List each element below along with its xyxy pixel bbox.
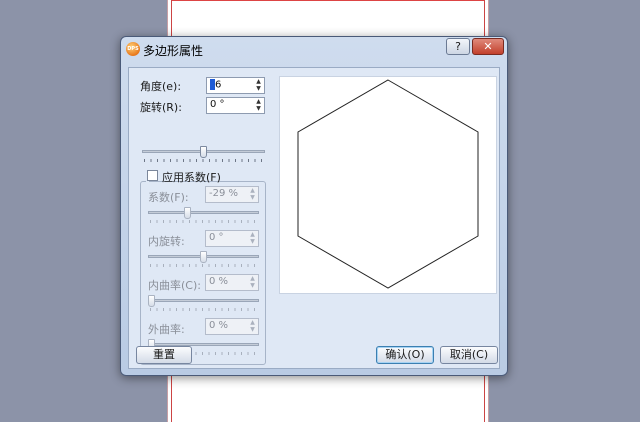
text-caret bbox=[210, 79, 215, 90]
rotation-label: 旋转(R): bbox=[140, 101, 182, 114]
inner-rotation-slider[interactable] bbox=[148, 251, 259, 269]
hexagon-shape bbox=[297, 79, 479, 289]
slider-track bbox=[148, 211, 259, 214]
help-button[interactable]: ? bbox=[446, 38, 470, 55]
spin-down-icon[interactable]: ▼ bbox=[248, 326, 257, 333]
spin-up-icon[interactable]: ▲ bbox=[248, 187, 257, 194]
hexagon-outline bbox=[297, 79, 479, 289]
inner-curve-spinbox[interactable]: 0 % ▲ ▼ bbox=[205, 274, 259, 291]
spin-down-icon[interactable]: ▼ bbox=[248, 194, 257, 201]
rotation-spinbox[interactable]: 0 ° ▲ ▼ bbox=[206, 97, 265, 114]
spin-down-icon[interactable]: ▼ bbox=[248, 282, 257, 289]
reset-button[interactable]: 重置 bbox=[136, 346, 192, 364]
page-margin-top bbox=[171, 0, 485, 1]
cancel-button[interactable]: 取消(C) bbox=[440, 346, 498, 364]
factor-value[interactable]: -29 % bbox=[209, 188, 238, 199]
slider-ticks bbox=[144, 159, 263, 162]
slider-ticks bbox=[150, 308, 257, 311]
slider-track bbox=[148, 299, 259, 302]
ok-button[interactable]: 确认(O) bbox=[376, 346, 434, 364]
inner-curve-value[interactable]: 0 % bbox=[209, 276, 228, 287]
spin-down-icon[interactable]: ▼ bbox=[254, 105, 263, 112]
factor-slider[interactable] bbox=[148, 207, 259, 225]
apply-factor-header[interactable]: 应用系数(F) bbox=[146, 169, 221, 184]
inner-rotation-spinbox[interactable]: 0 ° ▲ ▼ bbox=[205, 230, 259, 247]
dialog-body: 角度(e): 6 ▲ ▼ 旋转(R): 0 ° ▲ ▼ 应用系数(F) 系数(F… bbox=[128, 67, 500, 369]
corners-label: 角度(e): bbox=[140, 80, 182, 93]
slider-ticks bbox=[150, 220, 257, 223]
corners-value[interactable]: 6 bbox=[210, 79, 221, 91]
polygon-preview bbox=[279, 76, 497, 294]
inner-rotation-label: 内旋转: bbox=[148, 235, 185, 248]
polygon-properties-dialog: DPS 多边形属性 ? ✕ 角度(e): 6 ▲ ▼ 旋转(R): 0 ° ▲ … bbox=[120, 36, 508, 376]
inner-curve-slider[interactable] bbox=[148, 295, 259, 313]
outer-curve-spinbox[interactable]: 0 % ▲ ▼ bbox=[205, 318, 259, 335]
inner-rotation-value[interactable]: 0 ° bbox=[209, 232, 224, 243]
dialog-title: 多边形属性 bbox=[143, 44, 204, 58]
spin-up-icon[interactable]: ▲ bbox=[254, 98, 263, 105]
app-icon: DPS bbox=[126, 42, 140, 56]
spin-up-icon[interactable]: ▲ bbox=[248, 275, 257, 282]
apply-factor-label: 应用系数(F) bbox=[162, 171, 221, 184]
rotation-value[interactable]: 0 ° bbox=[210, 99, 225, 110]
slider-thumb[interactable] bbox=[148, 295, 155, 307]
slider-thumb[interactable] bbox=[200, 251, 207, 263]
slider-thumb[interactable] bbox=[200, 146, 207, 158]
spin-up-icon[interactable]: ▲ bbox=[248, 319, 257, 326]
slider-ticks bbox=[150, 264, 257, 267]
spin-down-icon[interactable]: ▼ bbox=[254, 85, 263, 92]
factor-spinbox[interactable]: -29 % ▲ ▼ bbox=[205, 186, 259, 203]
inner-curve-label: 内曲率(C): bbox=[148, 279, 201, 292]
spin-up-icon[interactable]: ▲ bbox=[254, 78, 263, 85]
corners-spinbox[interactable]: 6 ▲ ▼ bbox=[206, 77, 265, 94]
factor-label: 系数(F): bbox=[148, 191, 189, 204]
close-button[interactable]: ✕ bbox=[472, 38, 504, 55]
titlebar[interactable]: DPS 多边形属性 ? ✕ bbox=[121, 37, 507, 63]
spin-down-icon[interactable]: ▼ bbox=[248, 238, 257, 245]
outer-curve-value[interactable]: 0 % bbox=[209, 320, 228, 331]
outer-curve-label: 外曲率: bbox=[148, 323, 185, 336]
apply-factor-checkbox[interactable] bbox=[147, 170, 158, 181]
rotation-slider[interactable] bbox=[142, 146, 265, 164]
spin-up-icon[interactable]: ▲ bbox=[248, 231, 257, 238]
slider-thumb[interactable] bbox=[184, 207, 191, 219]
